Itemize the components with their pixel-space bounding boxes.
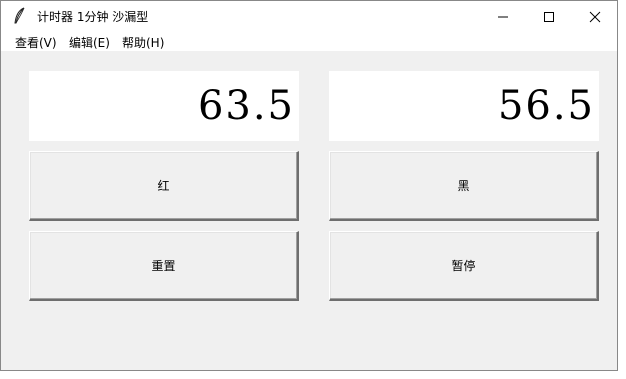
maximize-icon	[544, 12, 554, 22]
pause-button[interactable]: 暂停	[329, 231, 599, 301]
black-timer-display: 56.5	[329, 71, 599, 141]
menu-bar: 查看(V) 编辑(E) 帮助(H)	[1, 32, 617, 51]
window-title: 计时器 1分钟 沙漏型	[37, 10, 149, 24]
black-button-label: 黑	[457, 179, 470, 193]
red-button[interactable]: 红	[29, 151, 299, 221]
minimize-button[interactable]	[480, 1, 526, 32]
close-button[interactable]	[572, 1, 618, 32]
minimize-icon	[498, 16, 508, 18]
reset-button[interactable]: 重置	[29, 231, 299, 301]
reset-button-label: 重置	[151, 259, 176, 273]
timer-panel: 63.5 56.5 红 黑 重置 暂停	[1, 51, 617, 370]
title-bar[interactable]: 计时器 1分钟 沙漏型	[1, 1, 617, 32]
close-icon	[589, 11, 601, 23]
pause-button-label: 暂停	[451, 259, 476, 273]
menu-edit[interactable]: 编辑(E)	[69, 34, 110, 51]
menu-help[interactable]: 帮助(H)	[122, 34, 164, 51]
feather-icon	[13, 7, 27, 25]
maximize-button[interactable]	[526, 1, 572, 32]
app-window: 计时器 1分钟 沙漏型 查看(V) 编辑(E) 帮助(H) 63.5 56.5 …	[0, 0, 618, 371]
red-button-label: 红	[157, 179, 170, 193]
red-timer-display: 63.5	[29, 71, 299, 141]
menu-view[interactable]: 查看(V)	[15, 34, 57, 51]
black-button[interactable]: 黑	[329, 151, 599, 221]
